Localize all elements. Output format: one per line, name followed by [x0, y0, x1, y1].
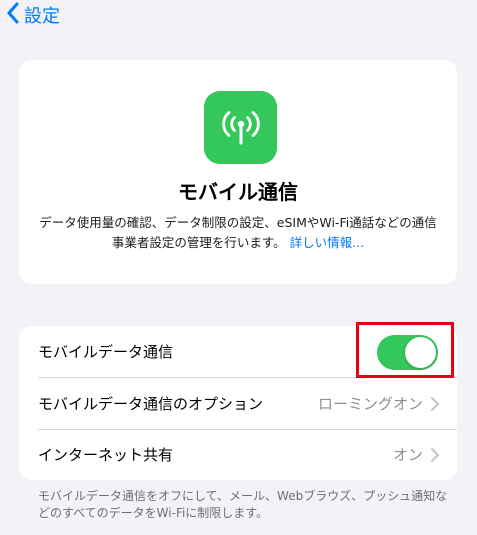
personal-hotspot-value: オン: [392, 446, 423, 464]
chevron-left-icon: [6, 2, 20, 28]
navigation-bar: 設定: [0, 0, 477, 32]
chevron-right-icon: [431, 447, 439, 466]
cellular-antenna-icon: [204, 91, 277, 164]
learn-more-link[interactable]: 詳しい情報...: [290, 235, 364, 250]
roaming-status-value: ローミングオン: [317, 395, 423, 413]
mobile-data-label: モバイルデータ通信: [38, 343, 174, 361]
back-label: 設定: [24, 6, 60, 27]
description-text: データ使用量の確認、データ制限の設定、eSIMやWi-Fi通話などの通信事業者設…: [39, 215, 437, 250]
back-button[interactable]: 設定: [6, 1, 60, 29]
toggle-highlight-box: [356, 322, 454, 378]
mobile-data-options-label: モバイルデータ通信のオプション: [38, 395, 264, 413]
personal-hotspot-row[interactable]: インターネット共有 オン: [19, 429, 457, 480]
page-title: モバイル通信: [178, 180, 298, 204]
chevron-right-icon: [431, 396, 439, 415]
cellular-description: データ使用量の確認、データ制限の設定、eSIMやWi-Fi通話などの通信事業者設…: [37, 213, 439, 253]
cellular-info-card: モバイル通信 データ使用量の確認、データ制限の設定、eSIMやWi-Fi通話など…: [19, 60, 457, 284]
footer-note: モバイルデータ通信をオフにして、メール、Webブラウズ、プッシュ通知などのすべて…: [38, 489, 448, 520]
personal-hotspot-label: インターネット共有: [38, 446, 174, 464]
mobile-data-options-row[interactable]: モバイルデータ通信のオプション ローミングオン: [19, 378, 457, 429]
